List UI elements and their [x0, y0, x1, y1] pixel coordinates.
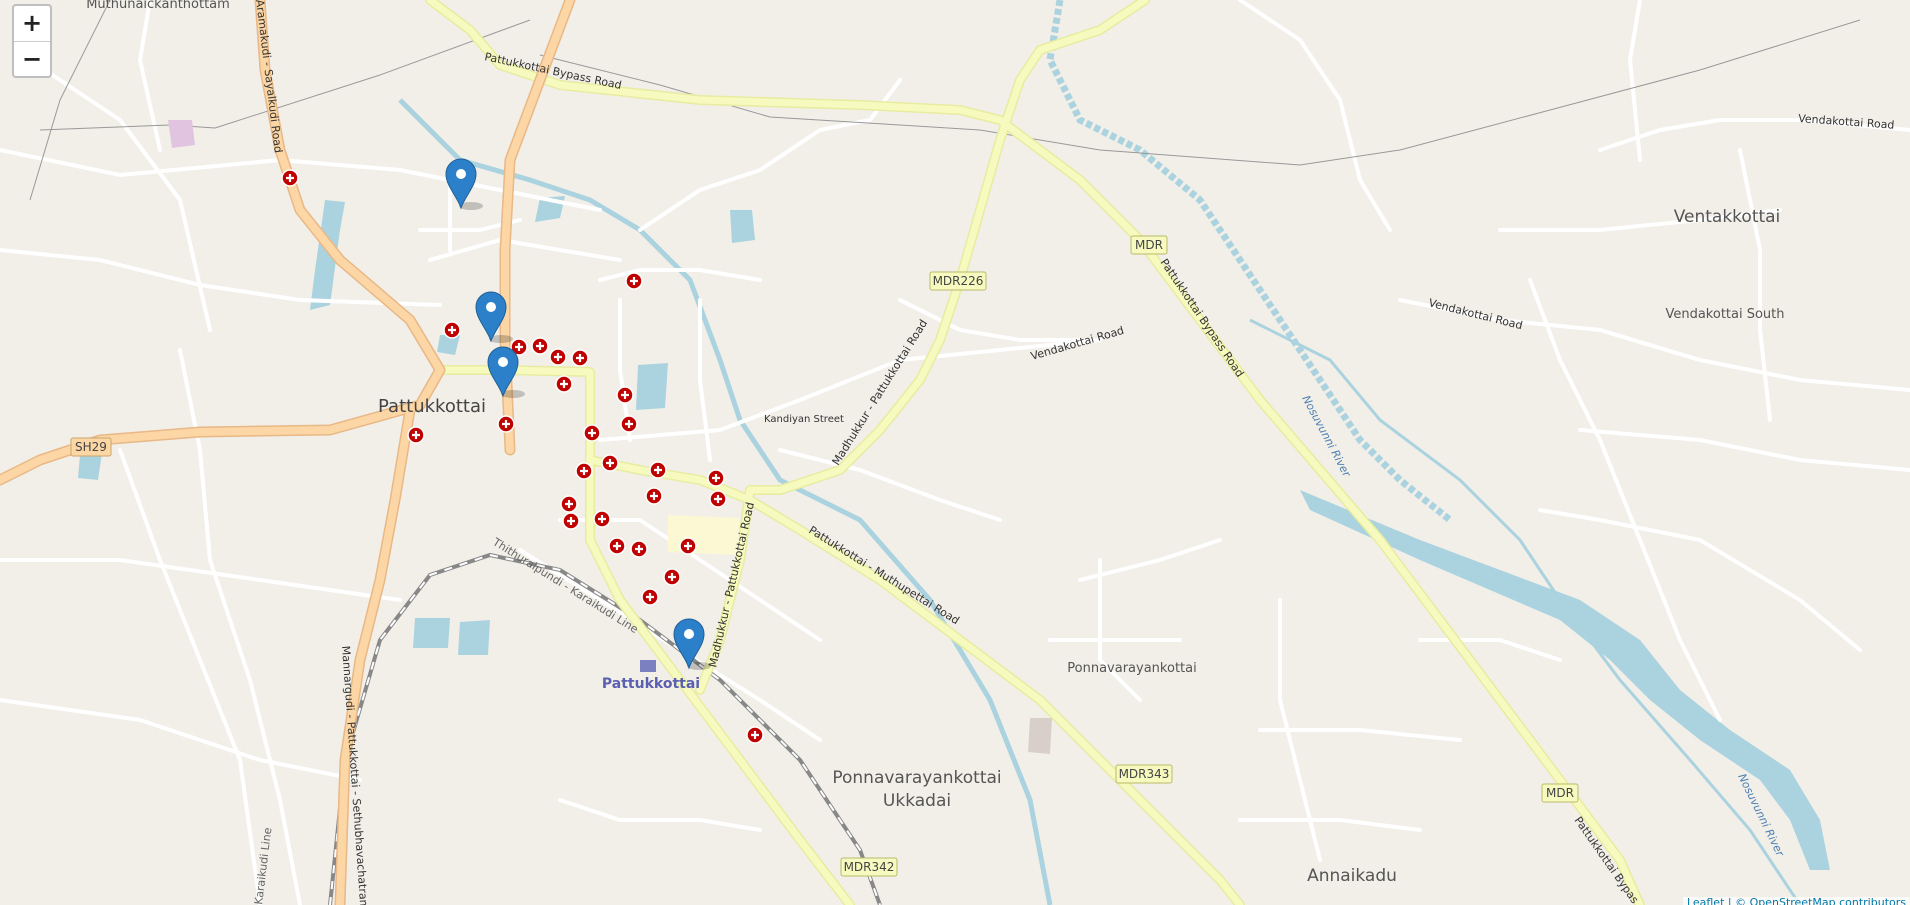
hospital-marker[interactable] [560, 495, 578, 513]
label-ponnavarayankottai-ukkadai-2: Ukkadai [883, 791, 951, 811]
label-station: Pattukkottai [602, 676, 700, 692]
shield-mdr226: MDR226 [929, 271, 987, 291]
svg-text:MDR: MDR [1135, 238, 1163, 252]
hospital-marker[interactable] [707, 469, 725, 487]
hospital-marker[interactable] [645, 487, 663, 505]
hospital-marker[interactable] [620, 415, 638, 433]
svg-text:SH29: SH29 [75, 440, 107, 454]
hospital-marker[interactable] [616, 386, 634, 404]
hospital-marker[interactable] [583, 424, 601, 442]
zoom-out-button[interactable]: − [14, 41, 50, 76]
svg-text:MDR226: MDR226 [933, 274, 984, 288]
svg-text:MDR: MDR [1546, 786, 1574, 800]
hospital-marker[interactable] [663, 568, 681, 586]
shield-mdr-north: MDR [1130, 235, 1168, 255]
hospital-marker[interactable] [281, 169, 299, 187]
hospital-marker[interactable] [608, 537, 626, 555]
hospital-marker[interactable] [407, 426, 425, 444]
hospital-marker[interactable] [549, 348, 567, 366]
label-ponnavarayankottai-ukkadai-1: Ponnavarayankottai [832, 768, 1001, 788]
zoom-in-button[interactable]: + [14, 6, 50, 41]
map-canvas[interactable]: Muthunaickanthottam Pattukkottai Ventakk… [0, 0, 1910, 905]
hospital-marker[interactable] [601, 454, 619, 472]
hospital-marker[interactable] [630, 540, 648, 558]
label-ventakkottai: Ventakkottai [1674, 207, 1781, 227]
svg-text:MDR342: MDR342 [844, 860, 895, 874]
hospital-marker[interactable] [679, 537, 697, 555]
hospital-marker[interactable] [641, 588, 659, 606]
shield-mdr-south: MDR [1541, 783, 1579, 803]
hospital-marker[interactable] [625, 272, 643, 290]
attribution-link[interactable]: Leaflet | © OpenStreetMap contributors [1687, 897, 1906, 905]
shield-sh29: SH29 [70, 437, 112, 457]
road-label-kandiyan: Kandiyan Street [764, 414, 844, 425]
hospital-marker[interactable] [443, 321, 461, 339]
label-ponnavarayankottai: Ponnavarayankottai [1067, 661, 1196, 676]
map-attribution: Leaflet | © OpenStreetMap contributors [1682, 897, 1910, 905]
label-pattukkottai: Pattukkottai [378, 396, 486, 417]
label-vendakottai-south: Vendakottai South [1665, 307, 1784, 322]
hospital-marker[interactable] [649, 461, 667, 479]
shield-mdr342: MDR342 [840, 857, 898, 877]
hospital-marker[interactable] [555, 375, 573, 393]
hospital-marker[interactable] [571, 349, 589, 367]
svg-text:MDR343: MDR343 [1119, 767, 1170, 781]
hospital-marker[interactable] [575, 462, 593, 480]
hospital-marker[interactable] [593, 510, 611, 528]
zoom-control: + − [12, 4, 52, 78]
shield-mdr343: MDR343 [1115, 764, 1173, 784]
hospital-marker[interactable] [709, 490, 727, 508]
hospital-marker[interactable] [746, 726, 764, 744]
label-annaikadu: Annaikadu [1307, 866, 1397, 886]
hospital-marker[interactable] [562, 512, 580, 530]
label-muthunaickanthottam: Muthunaickanthottam [86, 0, 230, 12]
hospital-marker[interactable] [531, 337, 549, 355]
hospital-marker[interactable] [497, 415, 515, 433]
